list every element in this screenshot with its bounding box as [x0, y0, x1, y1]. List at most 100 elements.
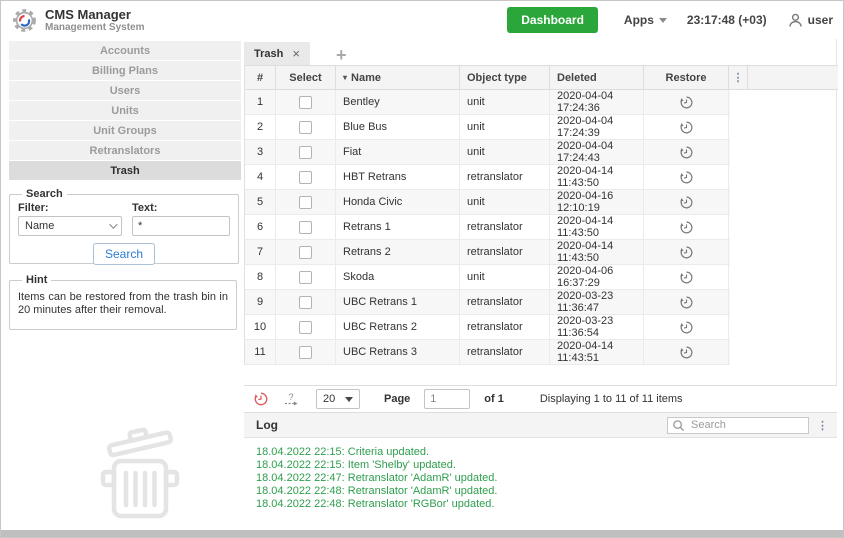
row-deleted-time: 2020-04-16 12:10:19: [550, 190, 644, 214]
row-checkbox[interactable]: [299, 245, 312, 259]
log-search-input[interactable]: [689, 418, 799, 432]
row-object-type: unit: [460, 115, 550, 139]
app-header: CMS Manager Management System Dashboard …: [1, 1, 843, 39]
log-menu-button[interactable]: ⋮: [817, 419, 828, 432]
main-panel: Trash × + # Select ▾ Name Object type De…: [244, 39, 838, 530]
table-body: 1 Bentley unit 2020-04-04 17:24:36 2 Blu…: [245, 90, 836, 365]
restore-button[interactable]: [679, 270, 694, 285]
restore-button[interactable]: [679, 145, 694, 160]
table-row: 7 Retrans 2 retranslator 2020-04-14 11:4…: [245, 240, 730, 265]
restore-button[interactable]: [679, 320, 694, 335]
row-checkbox[interactable]: [299, 295, 312, 309]
log-entry: 18.04.2022 22:15: Item 'Shelby' updated.: [256, 459, 456, 471]
row-checkbox[interactable]: [299, 345, 312, 359]
vertical-ellipsis-icon: ⋮: [732, 72, 744, 84]
dashboard-button[interactable]: Dashboard: [507, 7, 598, 33]
row-object-type: retranslator: [460, 215, 550, 239]
app-logo: CMS Manager Management System: [11, 7, 144, 34]
row-deleted-time: 2020-04-14 11:43:50: [550, 165, 644, 189]
restore-button[interactable]: [679, 120, 694, 135]
username: user: [807, 13, 833, 27]
row-number: 5: [245, 190, 276, 214]
row-checkbox[interactable]: [299, 95, 312, 109]
row-checkbox[interactable]: [299, 270, 312, 284]
restore-button[interactable]: [679, 195, 694, 210]
sidebar-item[interactable]: Accounts: [9, 41, 241, 60]
column-header-deleted[interactable]: Deleted: [550, 66, 644, 89]
table-menu-button[interactable]: ⋮: [729, 66, 748, 89]
restore-button[interactable]: [679, 345, 694, 360]
page-size-select[interactable]: 20: [316, 389, 360, 409]
restore-button[interactable]: [679, 170, 694, 185]
row-checkbox[interactable]: [299, 320, 312, 334]
log-title: Log: [256, 418, 278, 432]
row-object-type: retranslator: [460, 315, 550, 339]
log-entry: 18.04.2022 22:48: Retranslator 'AdamR' u…: [256, 485, 498, 497]
items-summary: Displaying 1 to 11 of 11 items: [539, 393, 683, 405]
tab-trash[interactable]: Trash ×: [244, 42, 310, 65]
apps-menu[interactable]: Apps: [624, 13, 667, 27]
row-select-cell: [276, 190, 336, 214]
restore-history-icon: [679, 96, 692, 108]
search-text-input[interactable]: [132, 216, 230, 236]
sidebar-item[interactable]: Unit Groups: [9, 121, 241, 140]
row-checkbox[interactable]: [299, 145, 312, 159]
jump-to-item-button[interactable]: ?: [283, 391, 300, 407]
row-checkbox[interactable]: [299, 220, 312, 234]
sidebar-item[interactable]: Trash: [9, 161, 241, 180]
row-object-type: unit: [460, 140, 550, 164]
row-checkbox[interactable]: [299, 170, 312, 184]
row-number: 6: [245, 215, 276, 239]
trash-watermark-icon: [100, 427, 180, 519]
restore-button[interactable]: [679, 95, 694, 110]
footer-strip: [1, 530, 843, 537]
search-button[interactable]: Search: [92, 243, 156, 265]
column-header-object-type[interactable]: Object type: [460, 66, 550, 89]
restore-button[interactable]: [679, 220, 694, 235]
filter-select[interactable]: Name: [18, 216, 122, 236]
restore-history-icon: [679, 171, 692, 183]
row-select-cell: [276, 215, 336, 239]
table-row: 9 UBC Retrans 1 retranslator 2020-03-23 …: [245, 290, 730, 315]
column-header-select[interactable]: Select: [276, 66, 336, 89]
sidebar-item[interactable]: Users: [9, 81, 241, 100]
column-header-restore[interactable]: Restore: [644, 66, 729, 89]
sidebar-item[interactable]: Retranslators: [9, 141, 241, 160]
row-select-cell: [276, 140, 336, 164]
sidebar-item[interactable]: Billing Plans: [9, 61, 241, 80]
search-icon: [673, 419, 685, 431]
log-search-box[interactable]: [667, 416, 809, 434]
row-number: 1: [245, 90, 276, 114]
row-name: Skoda: [336, 265, 460, 289]
restore-history-icon: [679, 221, 692, 233]
row-checkbox[interactable]: [299, 195, 312, 209]
row-checkbox[interactable]: [299, 120, 312, 134]
row-deleted-time: 2020-04-14 11:43:50: [550, 240, 644, 264]
hint-text: Items can be restored from the trash bin…: [18, 291, 228, 316]
restore-selected-button[interactable]: [253, 391, 269, 407]
sidebar-item[interactable]: Units: [9, 101, 241, 120]
restore-button[interactable]: [679, 245, 694, 260]
user-icon: [788, 13, 802, 27]
sidebar: Accounts Billing Plans Users Units Unit …: [1, 39, 244, 530]
row-object-type: retranslator: [460, 290, 550, 314]
text-label: Text:: [132, 202, 158, 214]
row-select-cell: [276, 265, 336, 289]
chevron-down-icon: [658, 17, 667, 23]
row-number: 7: [245, 240, 276, 264]
add-tab-icon[interactable]: +: [336, 45, 347, 65]
row-number: 8: [245, 265, 276, 289]
restore-history-icon: [679, 271, 692, 283]
trash-table: # Select ▾ Name Object type Deleted Rest…: [244, 65, 838, 365]
restore-history-icon: [679, 196, 692, 208]
user-menu[interactable]: user: [787, 12, 833, 29]
column-header-num[interactable]: #: [245, 66, 276, 89]
close-tab-icon[interactable]: ×: [292, 46, 300, 61]
sort-desc-icon: ▾: [343, 73, 348, 82]
app-subtitle: Management System: [45, 21, 145, 33]
row-number: 3: [245, 140, 276, 164]
column-header-name[interactable]: ▾ Name: [336, 66, 460, 89]
page-number-input[interactable]: [424, 389, 471, 409]
restore-history-icon: [679, 296, 692, 308]
restore-button[interactable]: [679, 295, 694, 310]
